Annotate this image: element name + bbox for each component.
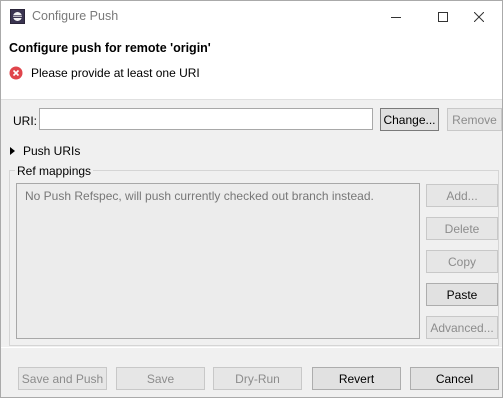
change-uri-button[interactable]: Change... <box>380 108 439 131</box>
close-icon <box>474 11 484 22</box>
close-button[interactable] <box>456 1 502 32</box>
remove-uri-button[interactable]: Remove <box>447 108 502 131</box>
chevron-right-icon <box>10 147 15 155</box>
eclipse-app-icon <box>10 9 25 24</box>
copy-refspec-button[interactable]: Copy <box>426 250 498 273</box>
uri-label: URI: <box>13 114 37 128</box>
maximize-icon <box>438 11 448 22</box>
configure-push-dialog: Configure Push Configure push for remote… <box>0 0 503 398</box>
push-uris-label: Push URIs <box>23 144 81 158</box>
minimize-button[interactable] <box>373 1 419 32</box>
cancel-button[interactable]: Cancel <box>410 367 499 390</box>
save-and-push-button[interactable]: Save and Push <box>18 367 107 390</box>
error-message: Please provide at least one URI <box>31 66 200 80</box>
dialog-title: Configure push for remote 'origin' <box>9 41 211 55</box>
push-uris-expander[interactable]: Push URIs <box>10 144 80 158</box>
save-button[interactable]: Save <box>116 367 205 390</box>
window-title: Configure Push <box>32 9 119 23</box>
error-icon <box>9 66 23 80</box>
refspec-empty-message: No Push Refspec, will push currently che… <box>25 189 374 203</box>
ref-mappings-label: Ref mappings <box>15 164 94 178</box>
refspec-list[interactable]: No Push Refspec, will push currently che… <box>16 183 420 339</box>
advanced-refspec-button[interactable]: Advanced... <box>426 316 498 339</box>
footer-separator <box>1 347 502 348</box>
uri-input[interactable] <box>39 108 373 130</box>
paste-refspec-button[interactable]: Paste <box>426 283 498 306</box>
dialog-header: Configure push for remote 'origin' Pleas… <box>1 32 502 100</box>
revert-button[interactable]: Revert <box>312 367 401 390</box>
add-refspec-button[interactable]: Add... <box>426 184 498 207</box>
dry-run-button[interactable]: Dry-Run <box>213 367 302 390</box>
delete-refspec-button[interactable]: Delete <box>426 217 498 240</box>
minimize-icon <box>391 16 401 18</box>
title-bar: Configure Push <box>1 1 502 32</box>
